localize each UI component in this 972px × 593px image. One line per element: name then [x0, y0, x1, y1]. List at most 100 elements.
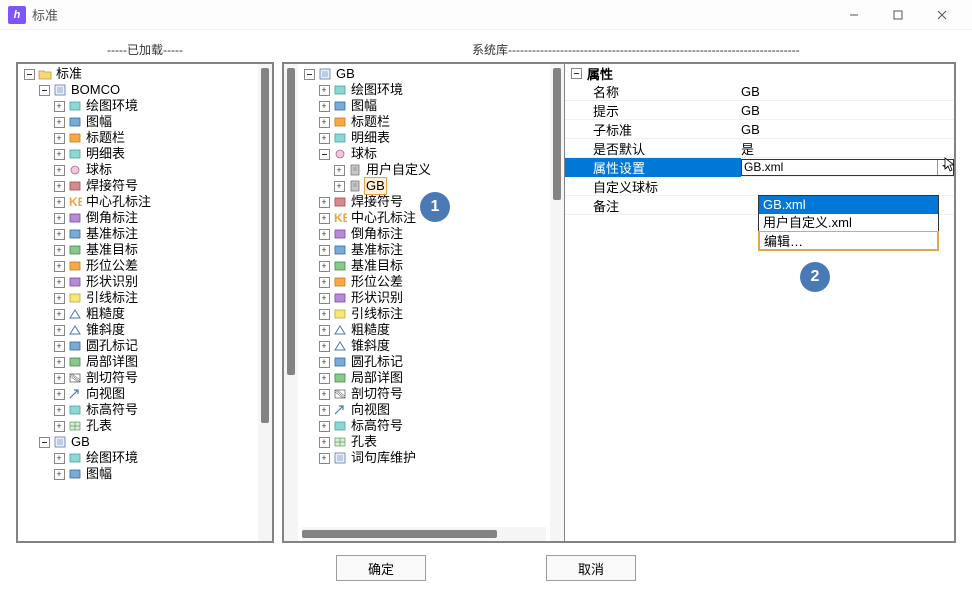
tree-item[interactable]: 形状识别 — [84, 274, 140, 290]
tree-toggle-icon[interactable] — [317, 99, 331, 113]
tree-item[interactable]: 孔表 — [84, 418, 114, 434]
tree-item[interactable]: 标题栏 — [84, 130, 127, 146]
tree-item[interactable]: 剖切符号 — [84, 370, 140, 386]
tree-toggle-icon[interactable] — [52, 179, 66, 193]
tree-toggle-icon[interactable] — [52, 115, 66, 129]
loaded-tree[interactable]: 标准BOMCO绘图环境图幅标题栏明细表球标焊接符号中心孔标注倒角标注基准标注基准… — [18, 64, 258, 541]
tree-item[interactable]: 基准标注 — [349, 242, 405, 258]
tree-item[interactable]: 焊接符号 — [349, 194, 405, 210]
prop-row-propset[interactable]: 属性设置 GB.xml — [565, 158, 954, 177]
tree-item[interactable]: 基准目标 — [349, 258, 405, 274]
tree-toggle-icon[interactable] — [37, 435, 51, 449]
tree-item[interactable]: 明细表 — [84, 146, 127, 162]
tree-item[interactable]: 图幅 — [84, 466, 114, 482]
tree-item[interactable]: 用户自定义 — [364, 162, 433, 178]
prop-name-value[interactable]: GB — [741, 84, 954, 99]
tree-toggle-icon[interactable] — [52, 451, 66, 465]
tree-toggle-icon[interactable] — [317, 403, 331, 417]
tree-item[interactable]: 局部详图 — [84, 354, 140, 370]
tree-toggle-icon[interactable] — [317, 195, 331, 209]
tree-toggle-icon[interactable] — [317, 275, 331, 289]
prop-row-isdefault[interactable]: 是否默认 是 — [565, 139, 954, 158]
lib-hscroll[interactable] — [302, 527, 546, 541]
lib-scrollbar-left[interactable] — [284, 64, 298, 541]
tree-item[interactable]: 图幅 — [349, 98, 379, 114]
tree-item[interactable]: 向视图 — [84, 386, 127, 402]
tree-item[interactable]: 球标 — [349, 146, 379, 162]
tree-item[interactable]: 形状识别 — [349, 290, 405, 306]
tree-toggle-icon[interactable] — [52, 131, 66, 145]
tree-toggle-icon[interactable] — [317, 83, 331, 97]
tree-item[interactable]: 向视图 — [349, 402, 392, 418]
tree-toggle-icon[interactable] — [52, 291, 66, 305]
tree-item[interactable]: 焊接符号 — [84, 178, 140, 194]
tree-item[interactable]: 圆孔标记 — [84, 338, 140, 354]
tree-item[interactable]: 词句库维护 — [349, 450, 418, 466]
tree-toggle-icon[interactable] — [52, 307, 66, 321]
tree-toggle-icon[interactable] — [317, 243, 331, 257]
tree-item[interactable]: 标题栏 — [349, 114, 392, 130]
tree-toggle-icon[interactable] — [332, 163, 346, 177]
tree-toggle-icon[interactable] — [22, 67, 36, 81]
tree-toggle-icon[interactable] — [317, 259, 331, 273]
tree-item[interactable]: BOMCO — [69, 82, 122, 98]
tree-toggle-icon[interactable] — [317, 211, 331, 225]
tree-toggle-icon[interactable] — [317, 115, 331, 129]
collapse-icon[interactable] — [569, 66, 583, 80]
ok-button[interactable]: 确定 — [336, 555, 426, 581]
prop-row-tip[interactable]: 提示 GB — [565, 101, 954, 120]
tree-toggle-icon[interactable] — [317, 387, 331, 401]
tree-item[interactable]: 明细表 — [349, 130, 392, 146]
maximize-button[interactable] — [876, 0, 920, 30]
tree-item[interactable]: 绘图环境 — [84, 98, 140, 114]
prop-isdefault-value[interactable]: 是 — [741, 139, 954, 158]
tree-toggle-icon[interactable] — [52, 163, 66, 177]
tree-toggle-icon[interactable] — [52, 339, 66, 353]
tree-item[interactable]: 引线标注 — [349, 306, 405, 322]
tree-toggle-icon[interactable] — [317, 131, 331, 145]
minimize-button[interactable] — [832, 0, 876, 30]
tree-item[interactable]: 粗糙度 — [349, 322, 392, 338]
tree-item[interactable]: 中心孔标注 — [84, 194, 153, 210]
tree-toggle-icon[interactable] — [52, 243, 66, 257]
prop-propset-value[interactable]: GB.xml — [741, 159, 954, 176]
close-button[interactable] — [920, 0, 964, 30]
tree-toggle-icon[interactable] — [52, 403, 66, 417]
tree-toggle-icon[interactable] — [52, 259, 66, 273]
dropdown-option-user[interactable]: 用户自定义.xml — [759, 214, 938, 232]
tree-toggle-icon[interactable] — [52, 467, 66, 481]
tree-item[interactable]: 锥斜度 — [84, 322, 127, 338]
tree-toggle-icon[interactable] — [317, 371, 331, 385]
tree-item[interactable]: GB — [69, 434, 92, 450]
prop-row-customball[interactable]: 自定义球标 — [565, 177, 954, 196]
tree-toggle-icon[interactable] — [37, 83, 51, 97]
tree-item[interactable]: 绘图环境 — [84, 450, 140, 466]
tree-item[interactable]: 局部详图 — [349, 370, 405, 386]
tree-toggle-icon[interactable] — [317, 451, 331, 465]
tree-toggle-icon[interactable] — [317, 419, 331, 433]
tree-item[interactable]: 形位公差 — [349, 274, 405, 290]
tree-toggle-icon[interactable] — [52, 371, 66, 385]
prop-row-substd[interactable]: 子标准 GB — [565, 120, 954, 139]
prop-row-name[interactable]: 名称 GB — [565, 82, 954, 101]
tree-toggle-icon[interactable] — [52, 147, 66, 161]
tree-item[interactable]: 孔表 — [349, 434, 379, 450]
tree-item[interactable]: 球标 — [84, 162, 114, 178]
tree-toggle-icon[interactable] — [317, 307, 331, 321]
tree-item[interactable]: 圆孔标记 — [349, 354, 405, 370]
tree-toggle-icon[interactable] — [52, 387, 66, 401]
lib-scrollbar-right[interactable] — [550, 64, 564, 541]
tree-item[interactable]: 倒角标注 — [84, 210, 140, 226]
tree-item[interactable]: 粗糙度 — [84, 306, 127, 322]
prop-tip-value[interactable]: GB — [741, 103, 954, 118]
library-tree[interactable]: GB绘图环境图幅标题栏明细表球标用户自定义GB焊接符号中心孔标注倒角标注基准标注… — [298, 64, 550, 541]
tree-item[interactable]: 基准标注 — [84, 226, 140, 242]
tree-item[interactable]: GB — [364, 177, 387, 195]
tree-toggle-icon[interactable] — [317, 291, 331, 305]
tree-toggle-icon[interactable] — [317, 323, 331, 337]
tree-toggle-icon[interactable] — [52, 211, 66, 225]
tree-item[interactable]: 倒角标注 — [349, 226, 405, 242]
tree-item[interactable]: 剖切符号 — [349, 386, 405, 402]
tree-item[interactable]: 形位公差 — [84, 258, 140, 274]
prop-substd-value[interactable]: GB — [741, 122, 954, 137]
